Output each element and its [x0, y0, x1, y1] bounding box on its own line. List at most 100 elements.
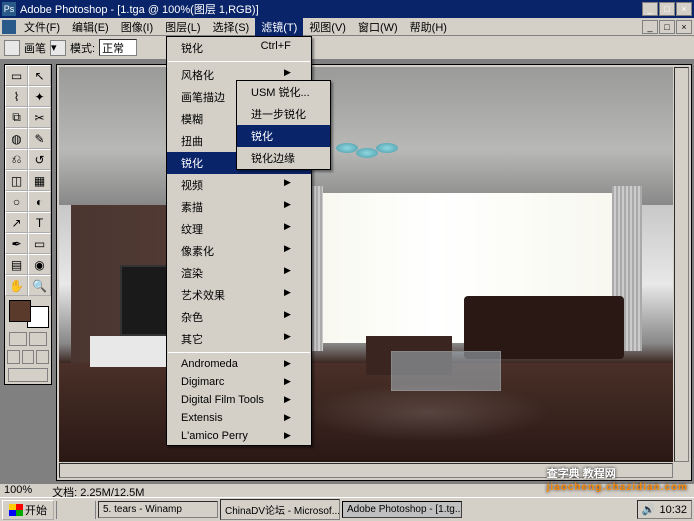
menu-help[interactable]: 帮助(H) — [404, 17, 453, 37]
submenu-arrow-icon: ▶ — [284, 358, 291, 370]
menu-window[interactable]: 窗口(W) — [352, 17, 404, 37]
window-controls: _ □ × — [642, 2, 692, 16]
wand-tool[interactable]: ✦ — [28, 86, 51, 107]
notes-tool[interactable]: ▤ — [5, 254, 28, 275]
dodge-tool[interactable]: ◐ — [28, 191, 51, 212]
filter-video[interactable]: 视频▶ — [167, 174, 311, 196]
color-swatch[interactable] — [7, 298, 51, 328]
mode-select[interactable]: 正常 — [99, 39, 137, 56]
type-tool[interactable]: T — [28, 212, 51, 233]
watermark-sub: jiaocheng.chazidian.com — [547, 482, 688, 493]
menu-separator — [168, 61, 310, 62]
menu-view[interactable]: 视图(V) — [303, 17, 352, 37]
stamp-tool[interactable]: ⎌ — [5, 149, 28, 170]
canvas[interactable] — [59, 67, 673, 462]
submenu-arrow-icon: ▶ — [284, 412, 291, 424]
filter-other[interactable]: 其它▶ — [167, 328, 311, 350]
windows-icon — [9, 504, 23, 516]
screen-full[interactable] — [36, 350, 49, 364]
brush-tool[interactable]: ✎ — [28, 128, 51, 149]
close-button[interactable]: × — [676, 2, 692, 16]
fg-color[interactable] — [9, 300, 31, 322]
watermark-main: 查字典 教程网 — [547, 468, 616, 480]
shape-tool[interactable]: ▭ — [28, 233, 51, 254]
submenu-arrow-icon: ▶ — [284, 309, 291, 325]
room-ceiling — [59, 67, 673, 205]
room-chandelier — [326, 138, 406, 168]
app-icon: Ps — [2, 2, 16, 16]
filter-noise[interactable]: 杂色▶ — [167, 306, 311, 328]
submenu-arrow-icon: ▶ — [284, 376, 291, 388]
menu-file[interactable]: 文件(F) — [18, 17, 66, 37]
zoom-tool[interactable]: 🔍 — [28, 275, 51, 296]
screen-standard[interactable] — [7, 350, 20, 364]
lasso-tool[interactable]: ⌇ — [5, 86, 28, 107]
filter-last-shortcut: Ctrl+F — [261, 40, 291, 56]
submenu-arrow-icon: ▶ — [284, 331, 291, 347]
doc-close[interactable]: × — [676, 20, 692, 34]
hand-tool[interactable]: ✋ — [5, 275, 28, 296]
filter-extensis[interactable]: Extensis▶ — [167, 409, 311, 427]
filter-pixelate[interactable]: 像素化▶ — [167, 240, 311, 262]
filter-artistic[interactable]: 艺术效果▶ — [167, 284, 311, 306]
title-text: Adobe Photoshop - [1.tga @ 100%(图层 1,RGB… — [20, 1, 642, 17]
eraser-tool[interactable]: ◫ — [5, 170, 28, 191]
crop-tool[interactable]: ⧉ — [5, 107, 28, 128]
filter-andromeda[interactable]: Andromeda▶ — [167, 355, 311, 373]
history-tool[interactable]: ↺ — [28, 149, 51, 170]
menu-layer[interactable]: 图层(L) — [159, 17, 206, 37]
submenu-arrow-icon: ▶ — [284, 177, 291, 193]
sharpen-edges[interactable]: 锐化边缘 — [237, 147, 330, 169]
submenu-arrow-icon: ▶ — [284, 265, 291, 281]
options-bar: 画笔 ▾ 模式: 正常 — [0, 36, 694, 60]
menu-select[interactable]: 选择(S) — [207, 17, 256, 37]
gradient-tool[interactable]: ▦ — [28, 170, 51, 191]
doc-minimize[interactable]: _ — [642, 20, 658, 34]
vertical-scrollbar[interactable] — [674, 67, 689, 462]
task-winamp[interactable]: 5. tears - Winamp — [98, 501, 218, 518]
tool-preset-icon[interactable] — [4, 40, 20, 56]
mode-standard[interactable] — [9, 332, 27, 346]
eyedropper-tool[interactable]: ◉ — [28, 254, 51, 275]
move-tool[interactable]: ↖ — [28, 65, 51, 86]
task-ie[interactable]: ChinaDV论坛 - Microsof... — [220, 499, 340, 520]
tray-icon[interactable]: 🔊 — [642, 503, 656, 516]
blur-tool[interactable]: ○ — [5, 191, 28, 212]
mode-quickmask[interactable] — [29, 332, 47, 346]
sharpen-more[interactable]: 进一步锐化 — [237, 103, 330, 125]
brush-preset-icon[interactable]: ▾ — [50, 40, 66, 56]
menu-bar: 文件(F) 编辑(E) 图像(I) 图层(L) 选择(S) 滤镜(T) 视图(V… — [0, 18, 694, 36]
image-content — [59, 67, 673, 462]
path-tool[interactable]: ↗ — [5, 212, 28, 233]
filter-texture[interactable]: 纹理▶ — [167, 218, 311, 240]
pen-tool[interactable]: ✒ — [5, 233, 28, 254]
screen-full-menu[interactable] — [22, 350, 35, 364]
menu-filter[interactable]: 滤镜(T) — [255, 17, 303, 37]
minimize-button[interactable]: _ — [642, 2, 658, 16]
menu-edit[interactable]: 编辑(E) — [66, 17, 115, 37]
heal-tool[interactable]: ◍ — [5, 128, 28, 149]
filter-lamico[interactable]: L'amico Perry▶ — [167, 427, 311, 445]
doc-window-controls: _ □ × — [642, 20, 692, 34]
slice-tool[interactable]: ✂ — [28, 107, 51, 128]
maximize-button[interactable]: □ — [659, 2, 675, 16]
filter-last[interactable]: 锐化 Ctrl+F — [167, 37, 311, 59]
doc-restore[interactable]: □ — [659, 20, 675, 34]
filter-sketch[interactable]: 素描▶ — [167, 196, 311, 218]
task-photoshop[interactable]: Adobe Photoshop - [1.tg... — [342, 501, 462, 518]
quick-launch-icon[interactable] — [77, 502, 93, 518]
clock: 10:32 — [659, 504, 687, 516]
title-bar: Ps Adobe Photoshop - [1.tga @ 100%(图层 1,… — [0, 0, 694, 18]
filter-digimarc[interactable]: Digimarc▶ — [167, 373, 311, 391]
filter-render[interactable]: 渲染▶ — [167, 262, 311, 284]
sharpen-sharpen[interactable]: 锐化 — [237, 125, 330, 147]
taskbar: 开始 5. tears - Winamp ChinaDV论坛 - Microso… — [0, 497, 694, 521]
sharpen-usm[interactable]: USM 锐化... — [237, 81, 330, 103]
marquee-tool[interactable]: ▭ — [5, 65, 28, 86]
jump-imageready[interactable] — [8, 368, 48, 382]
menu-image[interactable]: 图像(I) — [115, 17, 159, 37]
quick-launch-icon[interactable] — [59, 502, 75, 518]
start-button[interactable]: 开始 — [2, 500, 54, 520]
zoom-level: 100% — [4, 484, 32, 497]
filter-dft[interactable]: Digital Film Tools▶ — [167, 391, 311, 409]
